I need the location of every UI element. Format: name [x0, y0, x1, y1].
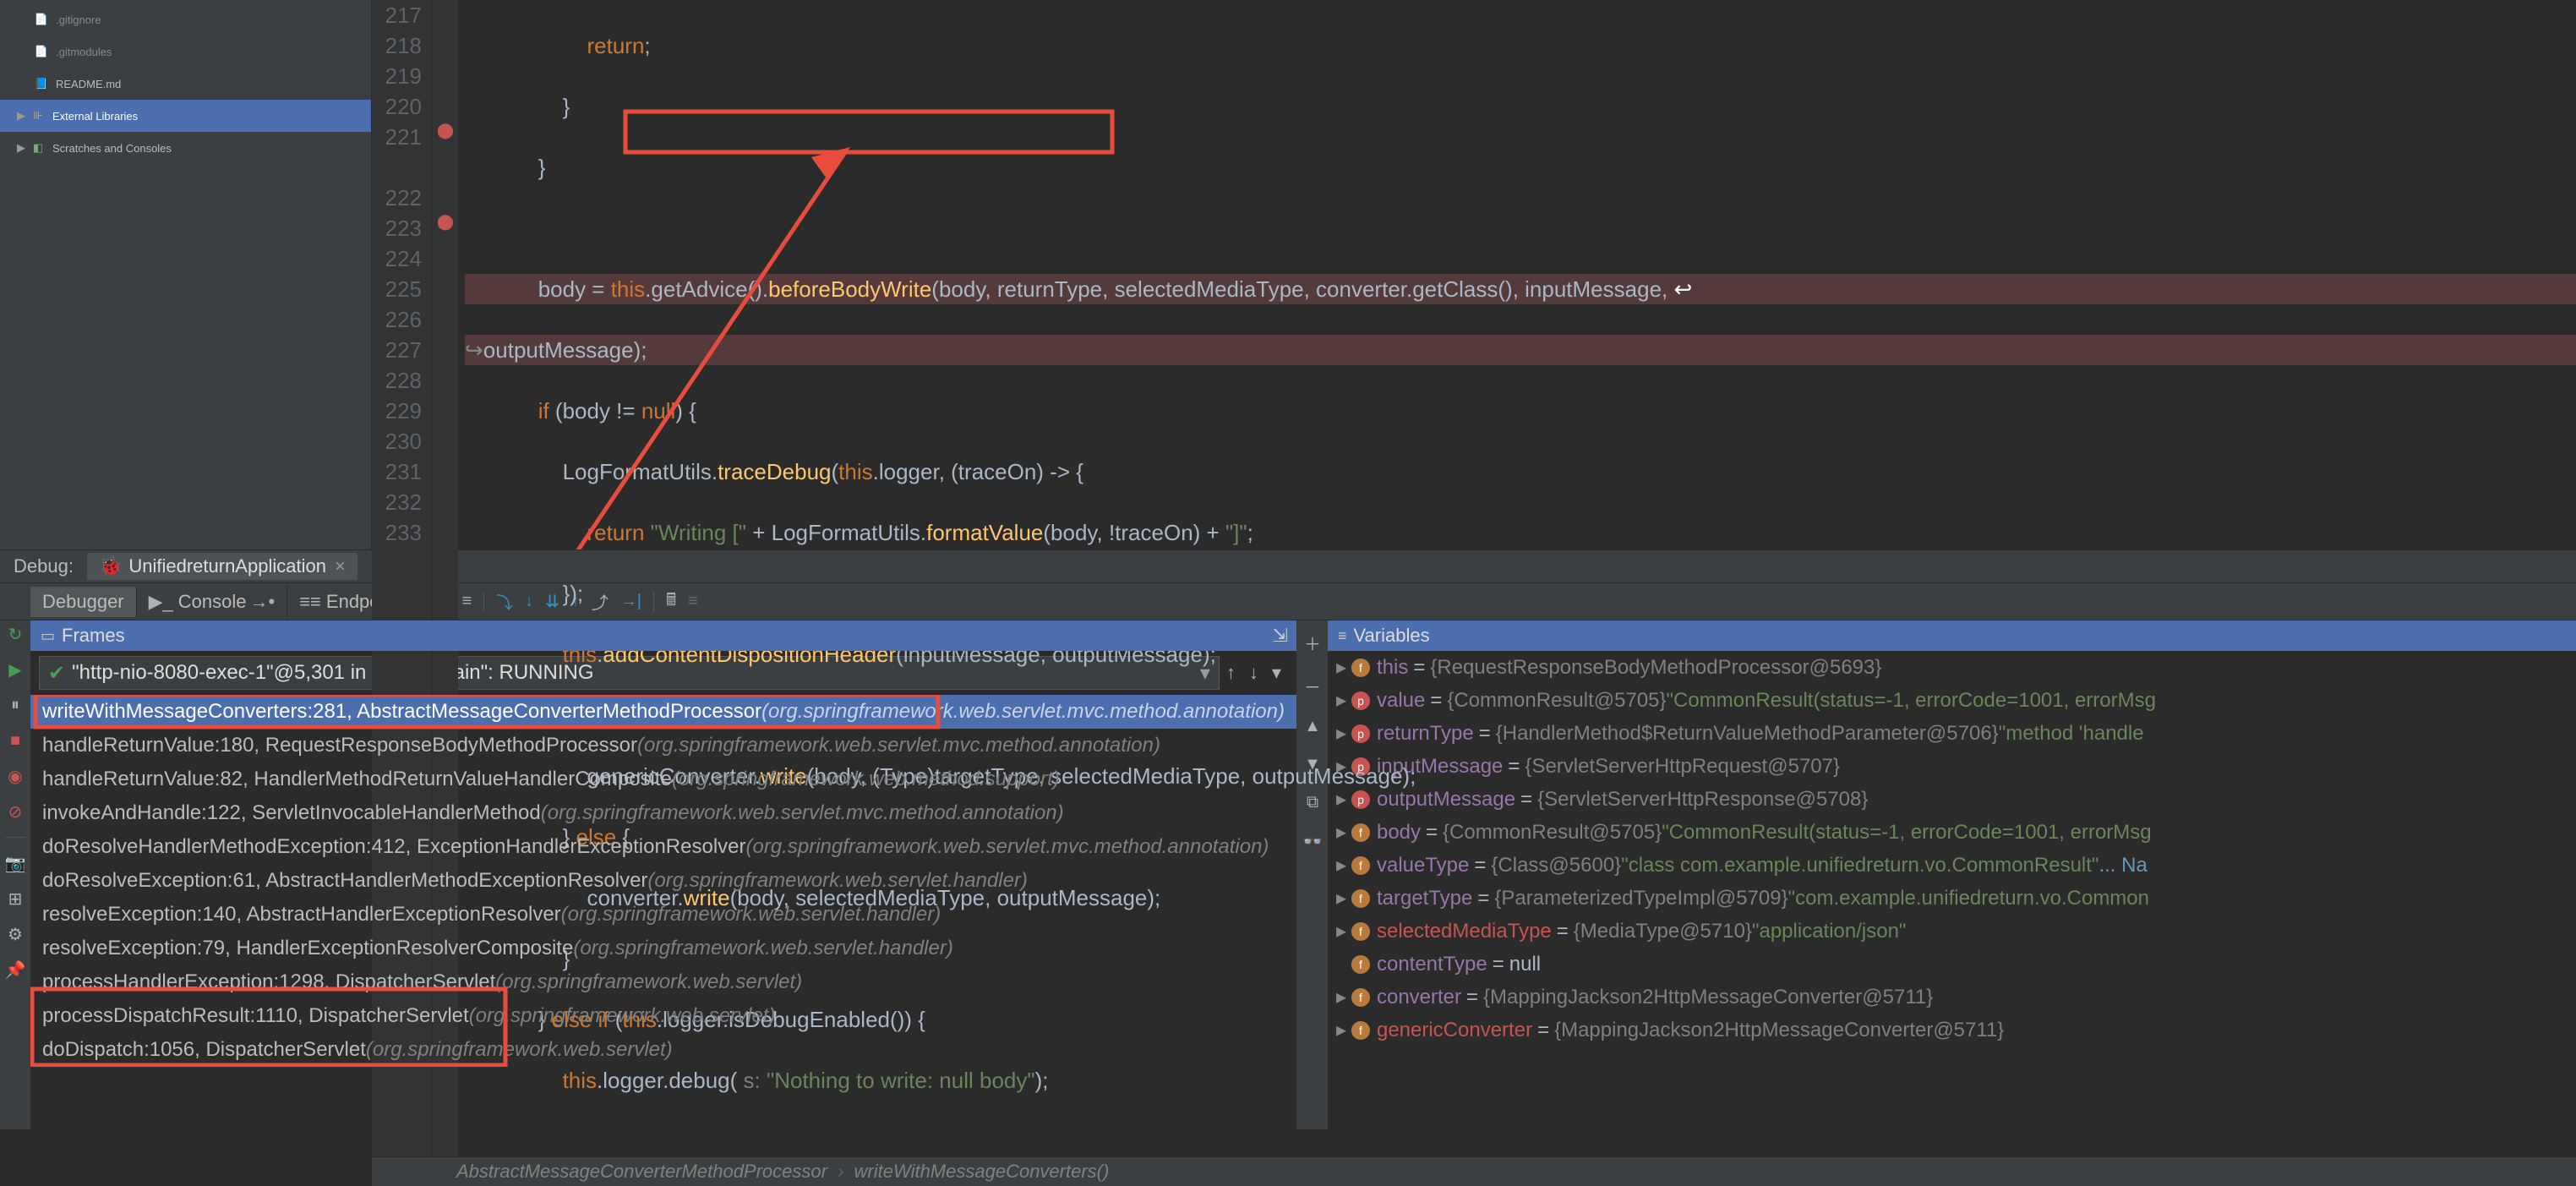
- bug-icon: 🐞: [99, 555, 122, 577]
- tree-label: External Libraries: [52, 110, 138, 123]
- breadcrumb-class: AbstractMessageConverterMethodProcessor: [456, 1161, 827, 1182]
- frames-label: Frames: [62, 625, 125, 647]
- file-label: README.md: [56, 78, 121, 90]
- tree-file-readme[interactable]: 📘 README.md: [0, 68, 371, 100]
- view-breakpoints-icon[interactable]: ◉: [5, 766, 25, 786]
- debug-label: Debug:: [0, 555, 87, 577]
- rerun-icon[interactable]: ↻: [5, 624, 25, 644]
- tab-debugger[interactable]: Debugger: [30, 587, 137, 617]
- stack-frame[interactable]: doResolveHandlerMethodException:412, Exc…: [30, 830, 1296, 864]
- file-label: .gitmodules: [56, 46, 112, 58]
- breadcrumb-method: writeWithMessageConverters(): [854, 1161, 1110, 1182]
- chevron-right-icon: ›: [832, 1161, 849, 1182]
- breadcrumb[interactable]: AbstractMessageConverterMethodProcessor …: [372, 1156, 2576, 1186]
- stack-frame[interactable]: processHandlerException:1298, Dispatcher…: [30, 965, 1296, 999]
- scratches-icon: ◧: [30, 141, 46, 155]
- file-icon: 📄: [34, 45, 49, 58]
- tab-console[interactable]: ▶_Console→•: [137, 587, 288, 617]
- restore-icon[interactable]: ⇲: [1273, 625, 1288, 647]
- expand-icon: ▶: [17, 109, 29, 123]
- file-icon: 📄: [34, 13, 49, 26]
- output-icon: →•: [250, 591, 276, 613]
- stack-frame[interactable]: handleReturnValue:82, HandlerMethodRetur…: [30, 762, 1296, 796]
- mute-breakpoints-icon[interactable]: ⊘: [5, 801, 25, 822]
- tree-label: Scratches and Consoles: [52, 142, 172, 155]
- debug-run-tab[interactable]: 🐞 UnifiedreturnApplication ×: [87, 553, 357, 580]
- stack-frame[interactable]: writeWithMessageConverters:281, Abstract…: [30, 695, 1296, 729]
- check-icon: ✔: [48, 661, 65, 686]
- stack-frame[interactable]: resolveException:79, HandlerExceptionRes…: [30, 932, 1296, 965]
- console-icon: ▶_: [149, 591, 173, 613]
- stack-frame[interactable]: handleReturnValue:180, RequestResponseBo…: [30, 729, 1296, 762]
- trace-icon[interactable]: ≡: [688, 592, 698, 611]
- stop-icon[interactable]: ■: [5, 730, 25, 751]
- libraries-icon: ⊪: [30, 109, 46, 123]
- code-editor[interactable]: 217218219220 221 22222322422522622722822…: [372, 0, 2576, 549]
- stack-frame[interactable]: resolveException:140, AbstractHandlerExc…: [30, 898, 1296, 932]
- tree-file-gitmodules[interactable]: 📄 .gitmodules: [0, 36, 371, 68]
- endpoints-icon: ≡≡: [299, 591, 321, 613]
- frames-pane: ▭ Frames ⇲ ✔ "http-nio-8080-exec-1"@5,30…: [30, 620, 1297, 1129]
- pin-icon[interactable]: 📌: [5, 959, 25, 980]
- stack-frame[interactable]: doResolveException:61, AbstractHandlerMe…: [30, 864, 1296, 898]
- stack-frame[interactable]: invokeAndHandle:122, ServletInvocableHan…: [30, 796, 1296, 830]
- frames-icon: ▭: [41, 627, 55, 645]
- frames-header: ▭ Frames ⇲: [30, 620, 1296, 651]
- close-icon[interactable]: ×: [335, 555, 346, 577]
- file-label: .gitignore: [56, 14, 101, 26]
- debug-tab-label: UnifiedreturnApplication: [128, 555, 326, 577]
- project-tree: 📄.gitignore 📄.gitmodules 📘README.md ▶⊪Ex…: [0, 0, 372, 549]
- tree-file-gitignore[interactable]: 📄 .gitignore: [0, 3, 371, 36]
- debug-left-rail: ↻ ▶ ⏸ ■ ◉ ⊘ 📷 ⊞ ⚙ 📌: [0, 620, 30, 1129]
- tree-external-libraries[interactable]: ▶⊪ External Libraries: [0, 100, 371, 132]
- stack-frame[interactable]: doDispatch:1056, DispatcherServlet (org.…: [30, 1033, 1296, 1067]
- stack-frame[interactable]: processDispatchResult:1110, DispatcherSe…: [30, 999, 1296, 1033]
- pause-icon[interactable]: ⏸: [5, 695, 25, 715]
- tree-scratches[interactable]: ▶◧ Scratches and Consoles: [0, 132, 371, 164]
- thread-settings-icon[interactable]: ⊞: [5, 888, 25, 909]
- dump-icon[interactable]: 📷: [5, 853, 25, 873]
- expand-icon: ▶: [17, 141, 29, 155]
- frames-list[interactable]: writeWithMessageConverters:281, Abstract…: [30, 695, 1296, 1067]
- markdown-icon: 📘: [34, 77, 49, 90]
- settings-icon[interactable]: ⚙: [5, 924, 25, 944]
- resume-icon[interactable]: ▶: [5, 659, 25, 680]
